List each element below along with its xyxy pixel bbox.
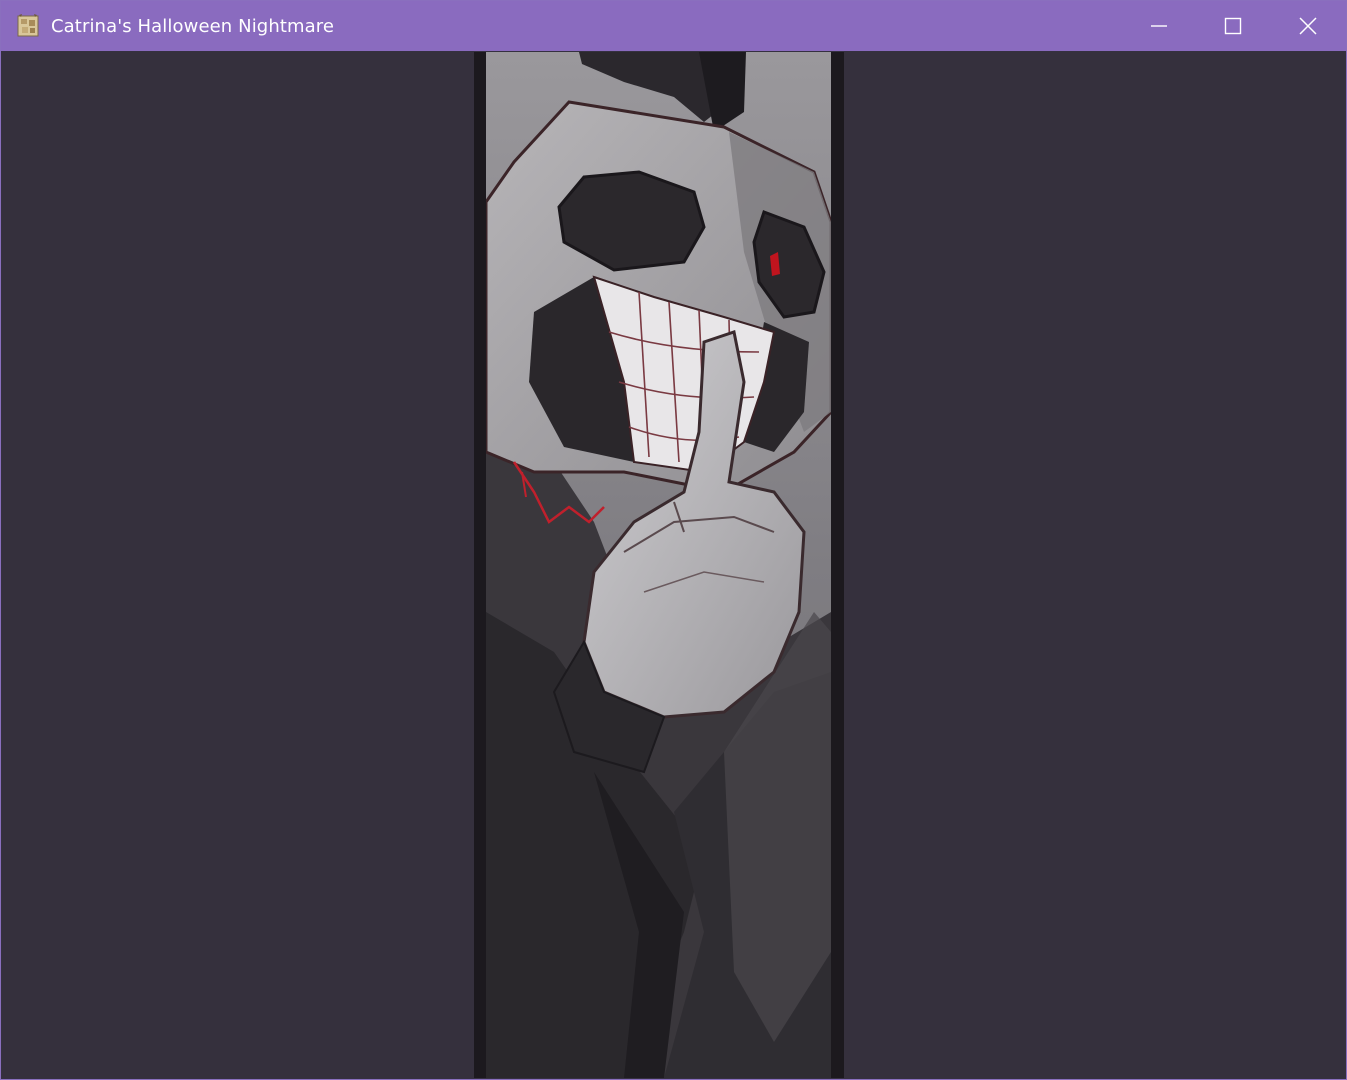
game-app-icon (17, 14, 39, 38)
window-title: Catrina's Halloween Nightmare (51, 16, 335, 37)
scene-artwork-panel (474, 52, 844, 1078)
game-viewport[interactable] (2, 52, 1346, 1078)
maximize-button[interactable] (1196, 1, 1270, 51)
close-button[interactable] (1271, 1, 1345, 51)
grinning-masked-figure-illustration (474, 52, 844, 1078)
maximize-icon (1224, 17, 1242, 35)
game-window: Catrina's Halloween Nightmare (0, 0, 1347, 1080)
title-bar[interactable]: Catrina's Halloween Nightmare (1, 1, 1346, 51)
close-icon (1299, 17, 1317, 35)
minimize-icon (1150, 17, 1168, 35)
minimize-button[interactable] (1122, 1, 1196, 51)
